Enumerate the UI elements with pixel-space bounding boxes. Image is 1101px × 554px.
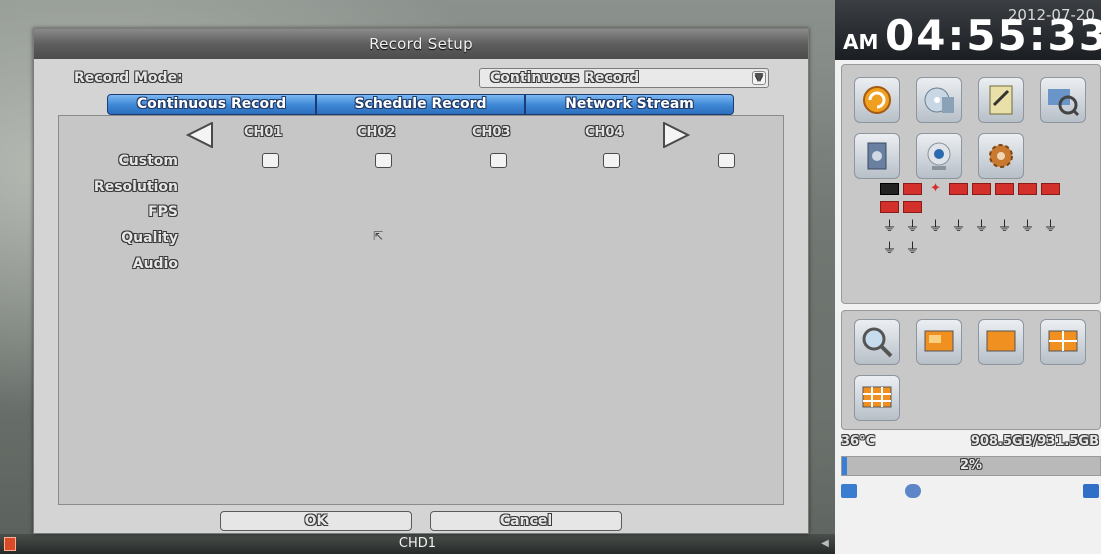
hdd-percent: 2% — [959, 458, 983, 473]
quad-view-icon — [1048, 330, 1078, 352]
cancel-button[interactable]: Cancel — [430, 511, 622, 531]
mouse-cursor-icon: ⇱ — [373, 229, 384, 243]
camera-status-icon — [1018, 183, 1037, 195]
camera-status-icon — [880, 201, 899, 213]
sensor-icon: ⏚ — [951, 219, 966, 235]
camera-status-icon — [903, 201, 922, 213]
camera-status-icon — [972, 183, 991, 195]
quad-layout-button[interactable] — [1040, 319, 1086, 365]
record-indicator-icon — [4, 537, 16, 551]
clock-display: 2012-07-20 AM 04:55:33 — [835, 0, 1101, 60]
playback-icon — [863, 86, 891, 114]
playback-button[interactable] — [854, 77, 900, 123]
channel-header-ch02: CH02 — [357, 125, 396, 140]
sensor-status-row-1: ⏚ ⏚ ⏚ ⏚ ⏚ ⏚ ⏚ ⏚ — [880, 219, 1060, 235]
camera-label: CHD1 — [398, 536, 437, 551]
view-layout-panel — [841, 310, 1101, 430]
magnifier-icon — [862, 327, 893, 358]
record-setup-dialog: Record Setup Record Mode: Continuous Rec… — [33, 28, 809, 534]
channel-header-ch03: CH03 — [472, 125, 511, 140]
record-mode-value: Continuous Record — [490, 70, 640, 86]
custom-checkbox-ch04[interactable] — [603, 153, 620, 168]
tab-schedule-record[interactable]: Schedule Record — [316, 94, 525, 115]
nine-layout-button[interactable] — [854, 375, 900, 421]
single-layout-button[interactable] — [978, 319, 1024, 365]
ampm-indicator: AM — [843, 30, 879, 54]
sensor-icon: ⏚ — [905, 241, 920, 257]
custom-checkbox-all[interactable] — [718, 153, 735, 168]
channel-header-ch01: CH01 — [244, 125, 283, 140]
hdd-usage-display: 908.5GB/931.5GB — [970, 434, 1099, 449]
channel-header-ch04: CH04 — [585, 125, 624, 140]
backup-button[interactable] — [916, 77, 962, 123]
camera-setup-button[interactable] — [916, 133, 962, 179]
custom-checkbox-ch03[interactable] — [490, 153, 507, 168]
record-tabs: Continuous Record Schedule Record Networ… — [107, 94, 734, 115]
clipboard-icon — [989, 85, 1013, 115]
disc-status-icon[interactable] — [905, 484, 921, 498]
system-setup-button[interactable] — [978, 133, 1024, 179]
sensor-icon: ⏚ — [974, 219, 989, 235]
nine-view-icon — [862, 386, 892, 408]
sensor-icon: ⏚ — [1020, 219, 1035, 235]
record-mode-select[interactable]: Continuous Record ▼ — [479, 68, 769, 88]
row-label-custom: Custom — [118, 153, 178, 169]
dialog-title: Record Setup — [34, 29, 808, 59]
pip-layout-button[interactable] — [916, 319, 962, 365]
device-info-icon — [867, 142, 887, 170]
time-display: 04:55:33 — [885, 11, 1101, 60]
camera-status-icon — [903, 183, 922, 195]
hdd-usage-bar: 2% — [841, 456, 1101, 476]
sensor-icon: ⏚ — [997, 219, 1012, 235]
camera-status-icon — [1041, 183, 1060, 195]
row-label-resolution: Resolution — [93, 179, 178, 195]
sensor-icon: ⏚ — [905, 219, 920, 235]
camera-status-icon — [880, 183, 899, 195]
webcam-icon — [927, 142, 951, 170]
record-setup-button[interactable] — [978, 77, 1024, 123]
user-icon[interactable] — [1083, 484, 1099, 498]
tab-continuous-record[interactable]: Continuous Record — [107, 94, 316, 115]
prev-channels-arrow-icon[interactable] — [186, 122, 214, 148]
motion-alert-icon: ✦ — [930, 181, 941, 196]
gear-icon — [989, 144, 1013, 168]
network-status-icon[interactable] — [841, 484, 857, 498]
main-menu-panel: ✦ ⏚ ⏚ ⏚ ⏚ ⏚ ⏚ ⏚ ⏚ ⏚ ⏚ — [841, 64, 1101, 304]
live-view-status-bar: CHD1 ◀ — [0, 534, 835, 554]
film-search-icon — [1048, 89, 1080, 117]
sensor-icon: ⏚ — [882, 219, 897, 235]
side-panel: 2012-07-20 AM 04:55:33 ✦ ⏚ ⏚ ⏚ ⏚ ⏚ ⏚ ⏚ ⏚… — [835, 0, 1101, 554]
search-log-button[interactable] — [1040, 77, 1086, 123]
camera-status-icon — [995, 183, 1014, 195]
disc-backup-icon — [924, 87, 954, 113]
row-label-quality: Quality — [121, 230, 178, 246]
ok-button[interactable]: OK — [220, 511, 412, 531]
record-mode-label: Record Mode: — [74, 70, 183, 86]
single-view-icon — [986, 330, 1016, 352]
camera-status-row-2 — [880, 201, 922, 213]
channel-settings-panel — [58, 115, 784, 505]
row-label-fps: FPS — [148, 204, 178, 220]
camera-status-row-1: ✦ — [880, 181, 1060, 196]
custom-checkbox-ch02[interactable] — [375, 153, 392, 168]
temperature-display: 36°C — [841, 434, 876, 449]
sensor-icon: ⏚ — [1043, 219, 1058, 235]
sensor-icon: ⏚ — [928, 219, 943, 235]
zoom-button[interactable] — [854, 319, 900, 365]
row-label-audio: Audio — [132, 256, 178, 272]
sensor-status-row-2: ⏚ ⏚ — [880, 241, 922, 257]
chevron-down-icon[interactable]: ▼ — [752, 71, 766, 85]
sensor-icon: ⏚ — [882, 241, 897, 257]
next-channels-arrow-icon[interactable] — [662, 122, 690, 148]
camera-status-icon — [949, 183, 968, 195]
tab-network-stream[interactable]: Network Stream — [525, 94, 734, 115]
hdd-info-button[interactable] — [854, 133, 900, 179]
speaker-icon[interactable]: ◀ — [819, 538, 831, 550]
custom-checkbox-ch01[interactable] — [262, 153, 279, 168]
pip-layout-icon — [924, 330, 954, 352]
